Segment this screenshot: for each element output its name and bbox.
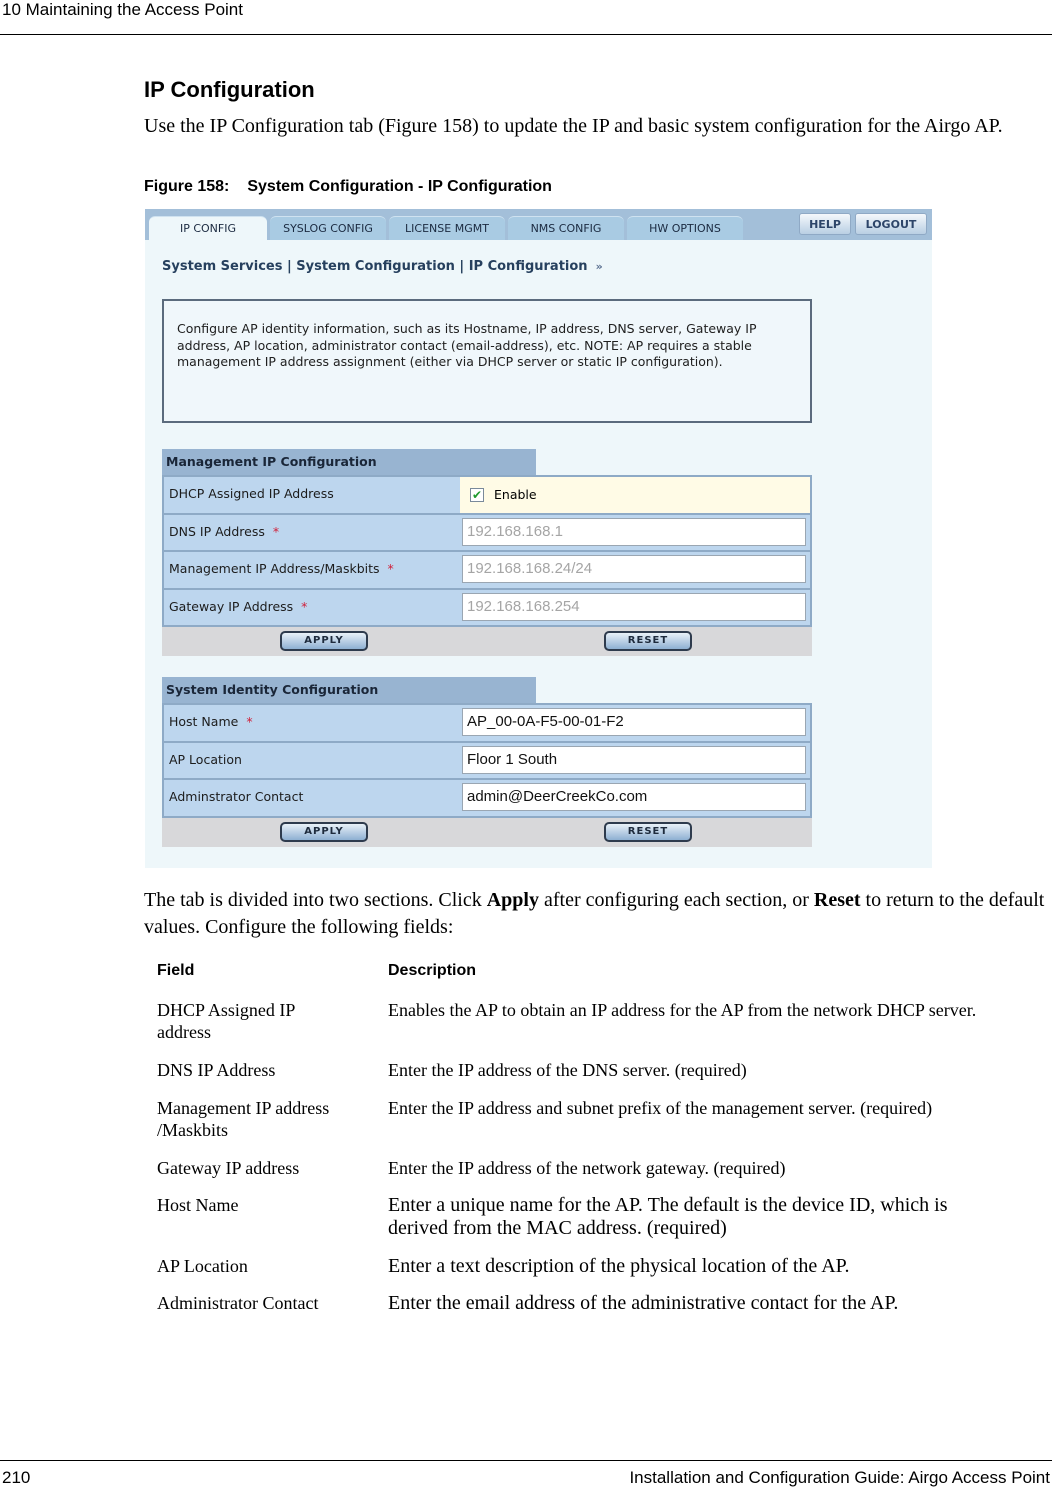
field-label: Adminstrator Contact: [162, 780, 460, 816]
description-cell: Enables the AP to obtain an IP address f…: [388, 1000, 977, 1020]
mgmt-ip-input[interactable]: 192.168.168.24/24: [462, 555, 806, 583]
dhcp-enable-checkbox[interactable]: ✔: [470, 487, 484, 502]
page-number: 210: [2, 1468, 31, 1487]
dhcp-row: DHCP Assigned IP Address ✔ Enable: [162, 475, 812, 513]
tab-syslog-config[interactable]: SYSLOG CONFIG: [270, 216, 386, 240]
dns-row: DNS IP Address * 192.168.168.1: [162, 512, 812, 550]
required-marker: *: [387, 561, 394, 576]
column-header-field: Field: [157, 962, 195, 979]
help-button[interactable]: HELP: [799, 213, 851, 235]
page-header: 10 Maintaining the Access Point: [2, 0, 243, 19]
tab-license-mgmt[interactable]: LICENSE MGMT: [389, 216, 505, 240]
section-title: IP Configuration: [144, 77, 315, 102]
tab-ip-config[interactable]: IP CONFIG: [149, 216, 267, 240]
button-row: APPLY RESET: [162, 815, 812, 847]
chevron-double-right-icon: »: [595, 260, 603, 273]
required-marker: *: [246, 714, 253, 729]
info-box: Configure AP identity information, such …: [162, 299, 812, 423]
field-value: 192.168.168.24/24: [460, 552, 812, 588]
description-cell: Enter the IP address of the DNS server. …: [388, 1060, 747, 1080]
gateway-row: Gateway IP Address * 192.168.168.254: [162, 587, 812, 625]
field-cell: DNS IP Address: [157, 1060, 276, 1080]
text: after configuring each section, or: [538, 889, 814, 911]
required-marker: *: [301, 598, 308, 614]
figure-title: System Configuration - IP Configuration: [247, 178, 552, 195]
system-identity-panel: System Identity Configuration Host Name *…: [162, 677, 812, 847]
field-cell: Management IP address /Maskbits: [157, 1098, 330, 1140]
footer-divider: [0, 1460, 1052, 1461]
label-text: Gateway IP Address: [169, 598, 294, 614]
label-text: Management IP Address/Maskbits: [169, 561, 380, 576]
field-cell: DHCP Assigned IP address: [157, 1000, 295, 1042]
description-cell: Enter the IP address and subnet prefix o…: [388, 1098, 933, 1118]
gateway-ip-input[interactable]: 192.168.168.254: [462, 592, 806, 621]
tab-nms-config[interactable]: NMS CONFIG: [508, 216, 624, 240]
field-cell: AP Location: [157, 1256, 248, 1276]
body-paragraph: The tab is divided into two sections. Cl…: [144, 887, 1049, 941]
reset-button[interactable]: RESET: [604, 631, 692, 651]
bold-reset: Reset: [813, 889, 861, 911]
field-label: Host Name *: [162, 705, 460, 741]
required-marker: *: [272, 523, 280, 539]
host-row: Host Name * AP_00-0A-F5-00-01-F2: [162, 703, 812, 741]
field-label: DHCP Assigned IP Address: [162, 477, 460, 513]
bold-apply: Apply: [486, 889, 539, 911]
description-cell: Enter a text description of the physical…: [388, 1255, 850, 1277]
reset-button[interactable]: RESET: [604, 821, 692, 842]
apply-button[interactable]: APPLY: [280, 821, 368, 842]
description-cell: Enter a unique name for the AP. The defa…: [388, 1194, 948, 1239]
text: The tab is divided into two sections. Cl…: [144, 889, 487, 911]
panel-title: System Identity Configuration: [162, 677, 536, 703]
field-value: 192.168.168.1: [460, 514, 812, 550]
field-cell: Administrator Contact: [157, 1293, 319, 1313]
tab-bar: IP CONFIG SYSLOG CONFIG LICENSE MGMT NMS…: [145, 209, 932, 240]
field-label: DNS IP Address *: [162, 514, 460, 550]
field-cell: Gateway IP address: [157, 1158, 300, 1178]
breadcrumb: System Services | System Configuration |…: [162, 259, 603, 274]
label-text: DNS IP Address: [169, 523, 265, 539]
figure-caption: Figure 158: System Configuration - IP Con…: [144, 178, 552, 196]
description-cell: Enter the email address of the administr…: [388, 1292, 899, 1314]
field-value: 192.168.168.254: [460, 589, 812, 625]
dhcp-enable-field: ✔ Enable: [460, 477, 812, 513]
admin-contact-input[interactable]: admin@DeerCreekCo.com: [462, 783, 806, 811]
field-label: Gateway IP Address *: [162, 589, 460, 625]
panel-title: Management IP Configuration: [162, 449, 536, 475]
breadcrumb-text: System Services | System Configuration |…: [162, 259, 588, 274]
info-text: Configure AP identity information, such …: [177, 321, 757, 369]
dns-ip-input[interactable]: 192.168.168.1: [462, 517, 806, 546]
intro-paragraph: Use the IP Configuration tab (Figure 158…: [144, 115, 1003, 137]
field-label: AP Location: [162, 742, 460, 778]
column-header-description: Description: [388, 962, 477, 979]
ip-config-screenshot: IP CONFIG SYSLOG CONFIG LICENSE MGMT NMS…: [145, 209, 932, 868]
field-value: Floor 1 South: [460, 742, 812, 778]
field-value: AP_00-0A-F5-00-01-F2: [460, 705, 812, 741]
logout-button[interactable]: LOGOUT: [855, 213, 927, 235]
checkbox-label: Enable: [494, 487, 537, 503]
button-row: APPLY RESET: [162, 625, 812, 656]
tab-hw-options[interactable]: HW OPTIONS: [627, 216, 743, 240]
field-value: admin@DeerCreekCo.com: [460, 780, 812, 816]
location-row: AP Location Floor 1 South: [162, 740, 812, 778]
footer-title: Installation and Configuration Guide: Ai…: [629, 1468, 1050, 1487]
label-text: Host Name: [169, 714, 239, 729]
header-divider: [0, 34, 1052, 35]
field-cell: Host Name: [157, 1195, 239, 1215]
field-label: Management IP Address/Maskbits *: [162, 552, 460, 588]
description-cell: Enter the IP address of the network gate…: [388, 1158, 786, 1178]
management-ip-panel: Management IP Configuration DHCP Assigne…: [162, 449, 812, 656]
figure-number: Figure 158:: [144, 178, 230, 195]
host-name-input[interactable]: AP_00-0A-F5-00-01-F2: [462, 708, 806, 736]
apply-button[interactable]: APPLY: [280, 631, 368, 651]
ap-location-input[interactable]: Floor 1 South: [462, 745, 806, 774]
contact-row: Adminstrator Contact admin@DeerCreekCo.c…: [162, 778, 812, 816]
mgmt-ip-row: Management IP Address/Maskbits * 192.168.…: [162, 550, 812, 588]
